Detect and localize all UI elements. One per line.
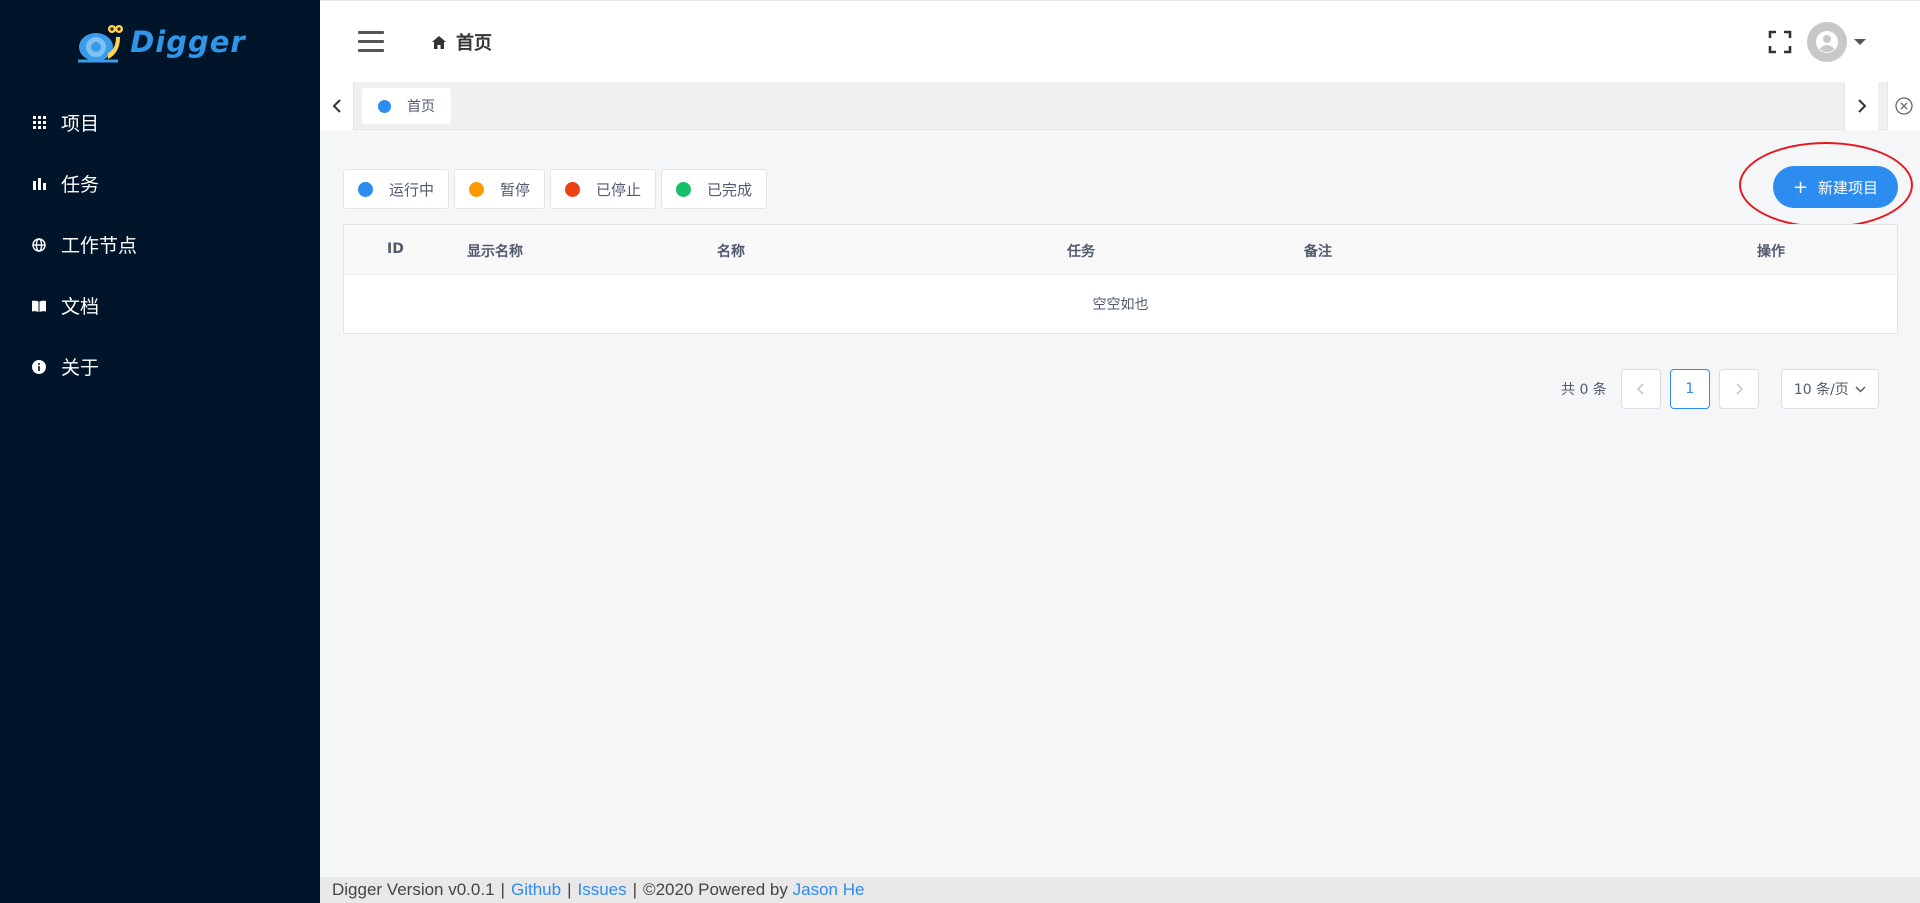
sidebar-item-projects[interactable]: 项目	[0, 92, 320, 153]
footer-separator: |	[567, 880, 572, 899]
stopped-status-dot	[565, 181, 581, 197]
tabs-scroll-right-button[interactable]	[1844, 82, 1878, 130]
info-icon	[31, 359, 47, 375]
paused-status-dot	[469, 181, 485, 197]
sidebar-item-docs[interactable]: 文档	[0, 275, 320, 336]
status-filters: 运行中 暂停 已停止 已完成	[343, 169, 768, 209]
sidebar-item-label: 项目	[61, 113, 100, 135]
empty-state-text: 空空如也	[1092, 297, 1149, 313]
table-header: ID 显示名称 名称 任务 备注 操作	[344, 225, 1897, 275]
chevron-left-icon	[1636, 383, 1644, 395]
tab-home[interactable]: 首页	[362, 88, 451, 124]
fullscreen-icon[interactable]	[1768, 30, 1792, 54]
running-status-dot	[358, 181, 373, 197]
tab-active-dot	[378, 99, 391, 113]
sidebar-menu: 项目 任务 工作节点 文档 关于	[0, 92, 320, 397]
logo[interactable]: Digger	[0, 0, 320, 84]
filter-label: 运行中	[389, 180, 435, 199]
sidebar-item-label: 工作节点	[61, 235, 138, 257]
tabs-bar: 首页	[320, 82, 1920, 130]
breadcrumb[interactable]: 首页	[432, 29, 492, 55]
globe-icon	[31, 237, 47, 253]
column-header-tasks: 任务	[1067, 244, 1095, 260]
new-project-button[interactable]: + 新建项目	[1773, 166, 1898, 208]
issues-link[interactable]: Issues	[577, 880, 626, 900]
next-page-button[interactable]	[1718, 369, 1759, 409]
caret-down-icon	[1854, 39, 1866, 45]
column-header-display-name: 显示名称	[467, 244, 523, 260]
sidebar-item-label: 任务	[61, 174, 100, 196]
close-tabs-button[interactable]	[1887, 82, 1920, 130]
bar-chart-icon	[31, 176, 47, 192]
snail-logo-icon	[78, 25, 124, 63]
author-link[interactable]: Jason He	[793, 880, 865, 900]
footer-separator: |	[500, 880, 505, 899]
chevron-left-icon	[332, 99, 341, 113]
logo-text: Digger	[130, 25, 246, 59]
filter-stopped-button[interactable]: 已停止	[550, 169, 657, 209]
pagination: 共 0 条 1 10 条/页	[1561, 369, 1879, 409]
new-project-label: 新建项目	[1818, 178, 1879, 197]
breadcrumb-label: 首页	[456, 33, 492, 54]
sidebar-item-label: 关于	[61, 357, 100, 379]
sidebar-item-label: 文档	[61, 296, 100, 318]
filter-label: 暂停	[500, 180, 531, 199]
avatar-icon	[1807, 22, 1847, 62]
main-area: 首页 首页 运行中 暂停 已停止 已完成 + 新建项目 ID 显示名称 名称 任…	[320, 0, 1920, 903]
column-header-actions: 操作	[1757, 244, 1785, 260]
plus-icon: +	[1792, 176, 1809, 198]
column-header-notes: 备注	[1304, 244, 1332, 260]
close-circle-icon	[1895, 97, 1913, 115]
sidebar-item-tasks[interactable]: 任务	[0, 153, 320, 214]
version-text: Digger Version v0.0.1	[332, 880, 495, 899]
sidebar-item-about[interactable]: 关于	[0, 336, 320, 397]
projects-table: ID 显示名称 名称 任务 备注 操作 空空如也	[343, 224, 1898, 334]
chevron-right-icon	[1857, 99, 1866, 113]
tab-label: 首页	[407, 99, 435, 115]
chevron-down-icon	[1855, 385, 1866, 393]
footer-separator: |	[632, 880, 638, 899]
grid-icon	[31, 115, 47, 131]
filter-label: 已停止	[596, 180, 642, 199]
column-header-name: 名称	[717, 244, 745, 260]
prev-page-button[interactable]	[1620, 369, 1661, 409]
user-menu[interactable]	[1807, 22, 1866, 62]
finished-status-dot	[676, 181, 692, 197]
menu-toggle-icon[interactable]	[358, 31, 384, 52]
filter-paused-button[interactable]: 暂停	[454, 169, 546, 209]
github-link[interactable]: Github	[511, 880, 561, 900]
footer: Digger Version v0.0.1 | Github | Issues …	[320, 877, 1920, 903]
sidebar-item-nodes[interactable]: 工作节点	[0, 214, 320, 275]
page-1-button[interactable]: 1	[1669, 369, 1710, 409]
filter-finished-button[interactable]: 已完成	[661, 169, 768, 209]
chevron-right-icon	[1736, 383, 1743, 395]
top-header: 首页	[320, 0, 1920, 82]
book-icon	[31, 298, 47, 314]
column-header-id: ID	[387, 241, 404, 257]
total-count: 共 0 条	[1561, 382, 1607, 398]
home-icon	[432, 35, 446, 49]
filter-label: 已完成	[707, 180, 753, 199]
sidebar: Digger 项目 任务 工作节点 文档 关于	[0, 0, 320, 903]
tabs-scroll-left-button[interactable]	[320, 82, 354, 130]
copyright-text: ©2020 Powered by	[643, 880, 788, 899]
filter-running-button[interactable]: 运行中	[343, 169, 450, 209]
page-size-label: 10 条/页	[1793, 382, 1849, 398]
page-size-select[interactable]: 10 条/页	[1780, 369, 1879, 409]
